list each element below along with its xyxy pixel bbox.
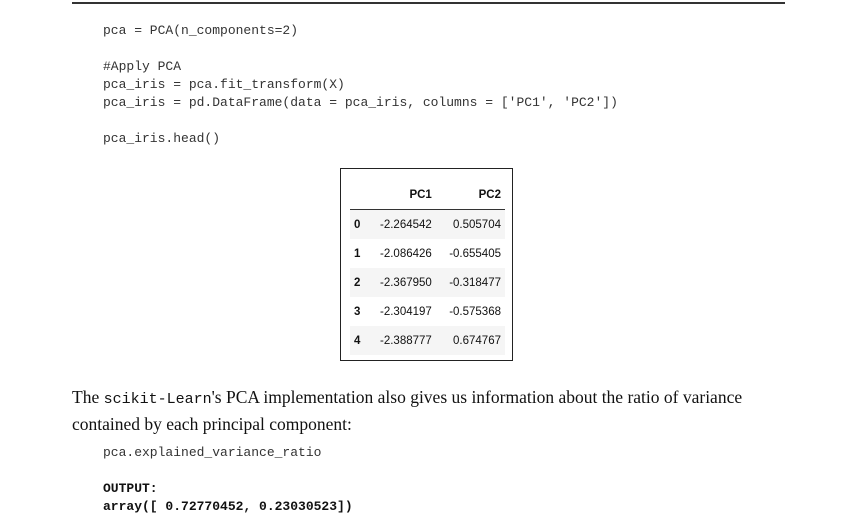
cell: -2.304197 bbox=[380, 305, 432, 318]
body-paragraph: The scikit-Learn's PCA implementation al… bbox=[72, 385, 772, 436]
code-line: pca_iris = pd.DataFrame(data = pca_iris,… bbox=[103, 95, 618, 110]
table-row: 2 -2.367950 -0.318477 bbox=[350, 268, 505, 297]
code-line: pca_iris.head() bbox=[103, 131, 221, 146]
table-row: 0 -2.264542 0.505704 bbox=[350, 209, 505, 239]
cell: 0.674767 bbox=[435, 326, 505, 355]
code-line: pca = PCA(n_components=2) bbox=[103, 23, 299, 38]
output-label: OUTPUT: bbox=[103, 481, 158, 496]
cell: -0.655405 bbox=[449, 247, 501, 260]
cell: 0.505704 bbox=[435, 209, 505, 239]
cell: -2.367950 bbox=[366, 268, 436, 297]
dataframe-output: PC1 PC2 0 -2.264542 0.505704 1 -2.086426 -0.6… bbox=[340, 168, 513, 361]
cell: -2.388777 bbox=[366, 326, 436, 355]
table-row: 4 -2.388777 0.674767 bbox=[350, 326, 505, 355]
output-value: array([ 0.72770452, 0.23030523]) bbox=[103, 499, 353, 514]
column-header: PC1 bbox=[366, 183, 436, 210]
table-row: 1 -2.086426 -0.655405 bbox=[350, 239, 505, 268]
text: The bbox=[72, 387, 104, 407]
index-header bbox=[350, 183, 367, 210]
table-header: PC1 PC2 bbox=[350, 183, 505, 210]
inline-code: scikit-Learn bbox=[103, 391, 212, 408]
top-rule bbox=[72, 2, 785, 4]
code-comment: #Apply PCA bbox=[103, 59, 182, 74]
cell: -2.264542 bbox=[366, 209, 436, 239]
row-index: 4 bbox=[350, 326, 367, 355]
cell: -0.575368 bbox=[449, 305, 501, 318]
row-index: 0 bbox=[350, 209, 367, 239]
row-index: 2 bbox=[350, 268, 367, 297]
table-row: 3 -2.304197 -0.575368 bbox=[350, 297, 505, 326]
cell: -2.086426 bbox=[380, 247, 432, 260]
dataframe-table: PC1 PC2 0 -2.264542 0.505704 1 -2.086426 -0.6… bbox=[350, 183, 505, 355]
cell: -0.318477 bbox=[435, 268, 505, 297]
code-line: pca_iris = pca.fit_transform(X) bbox=[103, 77, 345, 92]
row-index: 1 bbox=[354, 247, 361, 260]
column-header: PC2 bbox=[435, 183, 505, 210]
code-line: pca.explained_variance_ratio bbox=[103, 445, 322, 460]
row-index: 3 bbox=[354, 305, 361, 318]
